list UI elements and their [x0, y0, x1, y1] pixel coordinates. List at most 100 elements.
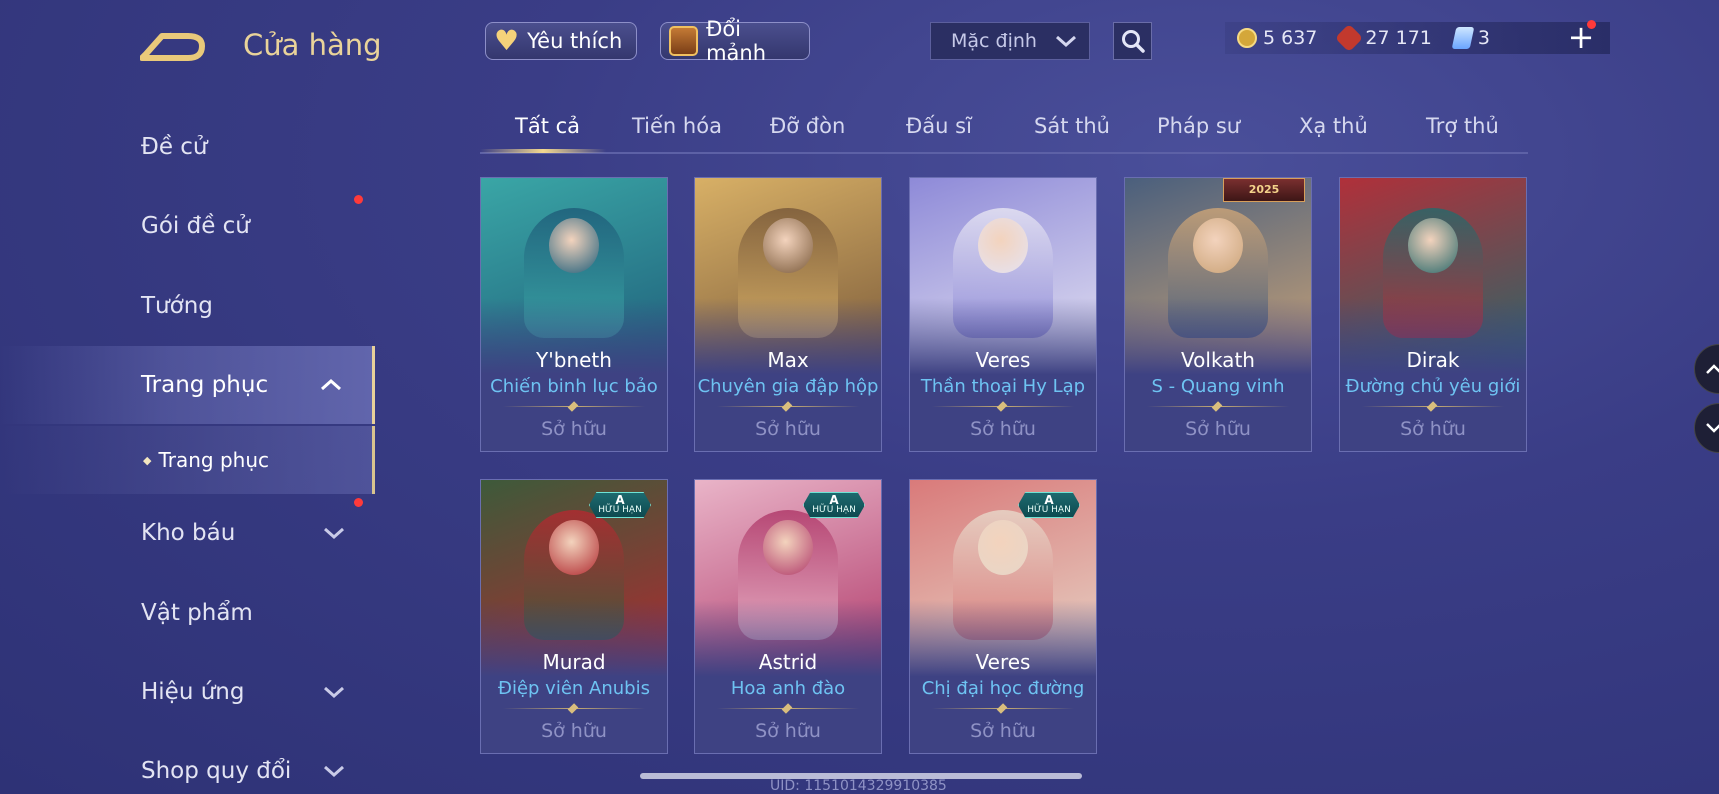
chest-icon — [669, 26, 699, 56]
badge-text: HỮU HẠN — [1027, 505, 1071, 515]
sidebar-item-skins[interactable]: Trang phục — [0, 346, 375, 424]
owned-status: Sở hữu — [541, 720, 607, 742]
skin-card[interactable]: A HỮU HẠN Astrid Hoa anh đào Sở hữu — [694, 479, 882, 754]
page-title: Cửa hàng — [243, 28, 382, 62]
skin-card[interactable]: Y'bneth Chiến binh lục bảo Sở hữu — [480, 177, 668, 452]
artwork-fade — [1340, 298, 1526, 388]
card-divider — [1147, 406, 1289, 407]
search-button[interactable] — [1113, 22, 1152, 60]
sidebar-item-heroes[interactable]: Tướng — [0, 267, 375, 345]
notification-dot — [354, 195, 363, 204]
sidebar-nav: Đề cử Gói đề cử Tướng Trang phục ◆ Trang… — [0, 95, 375, 794]
limited-badge: A HỮU HẠN — [1018, 492, 1080, 518]
skin-card[interactable]: A HỮU HẠN Veres Chị đại học đường Sở hữu — [909, 479, 1097, 754]
favorites-button[interactable]: ♥ Yêu thích — [485, 22, 637, 60]
skin-name: Thần thoại Hy Lạp — [920, 376, 1086, 397]
skin-card[interactable]: 2025 Volkath S - Quang vinh Sở hữu — [1124, 177, 1312, 452]
tab-all[interactable]: Tất cả — [515, 114, 580, 138]
event-ribbon: 2025 — [1223, 178, 1305, 202]
back-button[interactable] — [139, 24, 210, 64]
artwork-fade — [910, 298, 1096, 388]
owned-status: Sở hữu — [541, 418, 607, 440]
card-divider — [932, 708, 1074, 709]
tab-mage[interactable]: Pháp sư — [1157, 114, 1240, 138]
tab-tank[interactable]: Đỡ đòn — [770, 114, 845, 138]
badge-grade: A — [829, 493, 839, 507]
skin-card[interactable]: A HỮU HẠN Murad Điệp viên Anubis Sở hữu — [480, 479, 668, 754]
tab-evolution[interactable]: Tiến hóa — [632, 114, 722, 138]
home-indicator — [640, 773, 1082, 779]
artwork-fade — [695, 298, 881, 388]
hero-name: Astrid — [758, 650, 818, 674]
tab-support[interactable]: Trợ thủ — [1426, 114, 1499, 138]
hero-head — [1193, 218, 1243, 273]
back-arrow-icon — [139, 33, 205, 61]
owned-status: Sở hữu — [1400, 418, 1466, 440]
hero-name: Max — [767, 348, 809, 372]
voucher-icon — [1335, 23, 1364, 53]
heart-icon: ♥ — [494, 24, 520, 57]
gold-amount: 5 637 — [1263, 27, 1318, 49]
sidebar-item-treasure[interactable]: Kho báu — [0, 494, 375, 572]
scroll-up-button[interactable] — [1694, 344, 1719, 394]
fragment-exchange-button[interactable]: Đổi mảnh — [660, 17, 810, 65]
voucher-amount: 27 171 — [1365, 27, 1432, 49]
hero-head — [1408, 218, 1458, 273]
gem-icon — [1451, 27, 1475, 49]
gold-balance: 5 637 — [1237, 27, 1317, 49]
scroll-down-button[interactable] — [1694, 403, 1719, 453]
sidebar-item-label: Shop quy đổi — [141, 758, 292, 784]
skin-name: Chiến binh lục bảo — [490, 376, 658, 397]
hero-head — [978, 218, 1028, 273]
skin-card[interactable]: Max Chuyên gia đập hộp Sở hữu — [694, 177, 882, 452]
skin-name: Hoa anh đào — [730, 678, 846, 699]
skin-card[interactable]: Dirak Đường chủ yêu giới Sở hữu — [1339, 177, 1527, 452]
limited-badge: A HỮU HẠN — [803, 492, 865, 518]
chevron-down-icon — [324, 686, 344, 699]
sidebar-item-recommended-packs[interactable]: Gói đề cử — [0, 187, 375, 265]
sidebar-item-items[interactable]: Vật phẩm — [0, 574, 375, 652]
fragment-exchange-label: Đổi mảnh — [706, 17, 767, 65]
sort-value: Mặc định — [951, 30, 1037, 52]
skin-name: S - Quang vinh — [1151, 376, 1285, 397]
sidebar-item-exchange-shop[interactable]: Shop quy đổi — [0, 732, 375, 794]
voucher-balance: 27 171 — [1335, 23, 1432, 53]
badge-grade: A — [615, 493, 625, 507]
chevron-down-icon — [324, 527, 344, 540]
favorites-label: Yêu thích — [527, 29, 623, 53]
sidebar-item-label: Gói đề cử — [141, 213, 250, 239]
skin-name: Đường chủ yêu giới — [1345, 376, 1521, 397]
owned-status: Sở hữu — [755, 720, 821, 742]
sidebar-subitem-skins[interactable]: ◆ Trang phục — [0, 426, 375, 494]
chevron-down-icon — [324, 765, 344, 778]
tab-assassin[interactable]: Sát thủ — [1034, 114, 1110, 138]
sidebar-item-effects[interactable]: Hiệu ứng — [0, 653, 375, 731]
artwork-fade — [481, 600, 667, 690]
skin-card[interactable]: Veres Thần thoại Hy Lạp Sở hữu — [909, 177, 1097, 452]
tab-fighter[interactable]: Đấu sĩ — [906, 114, 972, 138]
hero-head — [763, 218, 813, 273]
hero-name: Veres — [975, 348, 1031, 372]
hero-head — [549, 520, 599, 575]
uid-text: UID: 1151014329910385 — [770, 778, 947, 794]
hero-name: Veres — [975, 650, 1031, 674]
notification-dot — [1587, 20, 1596, 29]
sidebar-item-recommended[interactable]: Đề cử — [0, 108, 375, 186]
sidebar-item-label: Vật phẩm — [141, 600, 253, 626]
search-icon — [1121, 30, 1145, 53]
card-divider — [503, 708, 645, 709]
tab-marksman[interactable]: Xạ thủ — [1299, 114, 1368, 138]
sidebar-item-label: Tướng — [141, 293, 213, 319]
active-tab-indicator — [480, 149, 606, 153]
hero-name: Dirak — [1406, 348, 1460, 372]
chevron-down-icon — [1056, 35, 1076, 48]
chevron-up-icon — [1706, 364, 1719, 374]
sidebar-item-label: Kho báu — [141, 520, 236, 546]
skin-name: Chị đại học đường — [921, 678, 1085, 699]
artwork-fade — [910, 600, 1096, 690]
sort-dropdown[interactable]: Mặc định — [930, 22, 1090, 60]
badge-grade: A — [1044, 493, 1054, 507]
chevron-down-icon — [1706, 423, 1719, 433]
artwork-fade — [1125, 298, 1311, 388]
owned-status: Sở hữu — [1185, 418, 1251, 440]
